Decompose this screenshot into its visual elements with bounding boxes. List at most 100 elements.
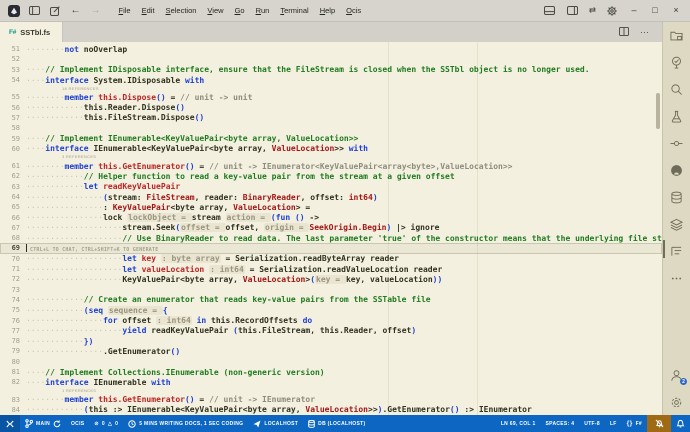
back-arrow-icon[interactable]: ← [69, 6, 82, 16]
menu-help[interactable]: Help [314, 1, 340, 21]
toggle-sidebar-icon[interactable] [27, 4, 41, 18]
verified-tree-icon[interactable] [669, 55, 684, 70]
code-line-76[interactable]: 76················for offset : int64 in … [0, 315, 662, 325]
code-text: ····interface IEnumerable<KeyValuePair<b… [26, 144, 368, 153]
project-status[interactable]: Ocis [66, 415, 89, 432]
time-tracker-status[interactable]: 5 mins Writing Docs, 1 sec Coding [123, 415, 248, 432]
code-editor[interactable]: 51········not noOverlap5253····// Implem… [0, 42, 662, 415]
code-line-61[interactable]: 61········member this.GetEnumerator() = … [0, 161, 662, 171]
code-line-56[interactable]: 56············this.Reader.Dispose() [0, 102, 662, 112]
search-icon[interactable] [669, 82, 684, 97]
code-line-53[interactable]: 53····// Implement IDisposable interface… [0, 65, 662, 75]
remote-indicator[interactable] [0, 415, 20, 432]
code-line-52[interactable]: 52 [0, 54, 662, 64]
code-line-71[interactable]: 71····················let valueLocation … [0, 264, 662, 274]
code-line-63[interactable]: 63············let readKeyValuePair [0, 182, 662, 192]
menu-selection[interactable]: Selection [160, 1, 202, 21]
menu-ocis[interactable]: Ocis [341, 1, 367, 21]
more-actions-icon[interactable]: ⋯ [640, 28, 650, 37]
menu-file[interactable]: File [113, 1, 136, 21]
close-button[interactable]: × [670, 6, 682, 15]
code-line-82[interactable]: 82····interface IEnumerable with [0, 377, 662, 387]
app-logo-icon [8, 5, 20, 17]
account-icon[interactable]: 2 [669, 368, 684, 383]
forward-arrow-icon[interactable]: → [89, 6, 102, 16]
line-number: 63 [0, 183, 20, 191]
encoding-status[interactable]: UTF-8 [579, 415, 605, 432]
code-line-55[interactable]: 55········member this.Dispose() = // uni… [0, 92, 662, 102]
new-compose-icon[interactable] [48, 4, 62, 18]
account-badge: 2 [680, 378, 687, 385]
code-line-77[interactable]: 77····················yield readKeyValue… [0, 326, 662, 336]
line-number: 67 [0, 224, 20, 232]
layout-swap-icon[interactable]: ⇄ [589, 6, 596, 15]
github-icon[interactable] [669, 163, 684, 178]
manage-gear-icon[interactable] [669, 395, 684, 410]
database-status[interactable]: DB (localhost) [303, 415, 370, 432]
code-line-81[interactable]: 81····// Implement Collections.IEnumerab… [0, 367, 662, 377]
eol-status[interactable]: LF [605, 415, 622, 432]
code-line-70[interactable]: 70····················let key : byte arr… [0, 254, 662, 264]
commit-node-icon[interactable] [669, 136, 684, 151]
language-mode-status[interactable]: {} F# [622, 415, 647, 432]
outline-list-icon[interactable] [669, 244, 684, 259]
errors-icon: ⊘ [94, 420, 99, 427]
maximize-button[interactable]: □ [649, 6, 661, 15]
code-line-68[interactable]: 68····················// Use BinaryReade… [0, 233, 662, 243]
code-line-57[interactable]: 57············this.FileStream.Dispose() [0, 113, 662, 123]
notifications-bell[interactable] [671, 415, 690, 432]
indentation-status[interactable]: Spaces: 4 [541, 415, 580, 432]
more-views-icon[interactable] [669, 271, 684, 286]
problems-status[interactable]: ⊘ 0 △ 0 [89, 415, 123, 432]
menu-view[interactable]: View [202, 1, 229, 21]
line-number: 64 [0, 193, 20, 201]
codelens-references[interactable]: 3 References [0, 154, 662, 161]
minimize-button[interactable]: – [628, 6, 640, 15]
code-line-80[interactable]: 80 [0, 357, 662, 367]
code-line-65[interactable]: 65················: KeyValuePair<byte ar… [0, 202, 662, 212]
code-line-58[interactable]: 58 [0, 123, 662, 133]
code-line-79[interactable]: 79················.GetEnumerator() [0, 346, 662, 356]
toggle-secondary-sidebar-icon[interactable] [566, 4, 580, 18]
code-text: ····interface IEnumerable with [26, 378, 171, 387]
testing-beaker-icon[interactable] [669, 109, 684, 124]
code-line-74[interactable]: 74············// Create an enumerator th… [0, 295, 662, 305]
live-server-status[interactable]: localhost [248, 415, 303, 432]
code-line-84[interactable]: 84············(this :> IEnumerable<KeyVa… [0, 405, 662, 415]
code-line-60[interactable]: 60····interface IEnumerable<KeyValuePair… [0, 144, 662, 154]
settings-gear-icon[interactable] [605, 4, 619, 18]
vertical-scrollbar[interactable] [656, 93, 660, 129]
notifications-muted-status[interactable] [647, 415, 671, 432]
layers-icon[interactable] [669, 217, 684, 232]
code-line-64[interactable]: 64················(stream: FileStream, r… [0, 192, 662, 202]
toggle-panel-icon[interactable] [543, 4, 557, 18]
tab-sstbl-fs[interactable]: F# SSTbl.fs [0, 22, 63, 42]
code-line-59[interactable]: 59····// Implement IEnumerable<KeyValueP… [0, 133, 662, 143]
codelens-references[interactable]: 1 References [0, 388, 662, 395]
code-line-66[interactable]: 66················lock lockObject = stre… [0, 212, 662, 222]
menu-go[interactable]: Go [229, 1, 250, 21]
code-line-62[interactable]: 62············// Helper function to read… [0, 171, 662, 181]
code-text: ············// Create an enumerator that… [26, 295, 431, 304]
code-line-72[interactable]: 72····················KeyValuePair<byte … [0, 274, 662, 284]
database-icon[interactable] [669, 190, 684, 205]
code-line-54[interactable]: 54····interface System.IDisposable with [0, 75, 662, 85]
fsharp-file-icon: F# [9, 29, 16, 36]
code-line-51[interactable]: 51········not noOverlap [0, 44, 662, 54]
split-editor-icon[interactable] [619, 23, 629, 41]
explorer-icon[interactable] [669, 28, 684, 43]
code-line-78[interactable]: 78············}) [0, 336, 662, 346]
git-branch-status[interactable]: main [20, 415, 66, 432]
cursor-position-status[interactable]: Ln 69, Col 1 [496, 415, 541, 432]
menu-edit[interactable]: Edit [136, 1, 160, 21]
menu-terminal[interactable]: Terminal [275, 1, 314, 21]
line-number: 55 [0, 93, 20, 101]
codelens-references[interactable]: 18 References [0, 85, 662, 92]
code-line-67[interactable]: 67····················stream.Seek(offset… [0, 223, 662, 233]
code-line-73[interactable]: 73 [0, 285, 662, 295]
code-line-75[interactable]: 75············(seq sequence = { [0, 305, 662, 315]
code-text: ····················// Use BinaryReader … [26, 234, 662, 243]
menu-run[interactable]: Run [250, 1, 275, 21]
code-line-83[interactable]: 83········member this.GetEnumerator() = … [0, 395, 662, 405]
code-line-69[interactable]: 69Ctrl+L to chat, Ctrl+Shift+K to genera… [0, 243, 662, 253]
